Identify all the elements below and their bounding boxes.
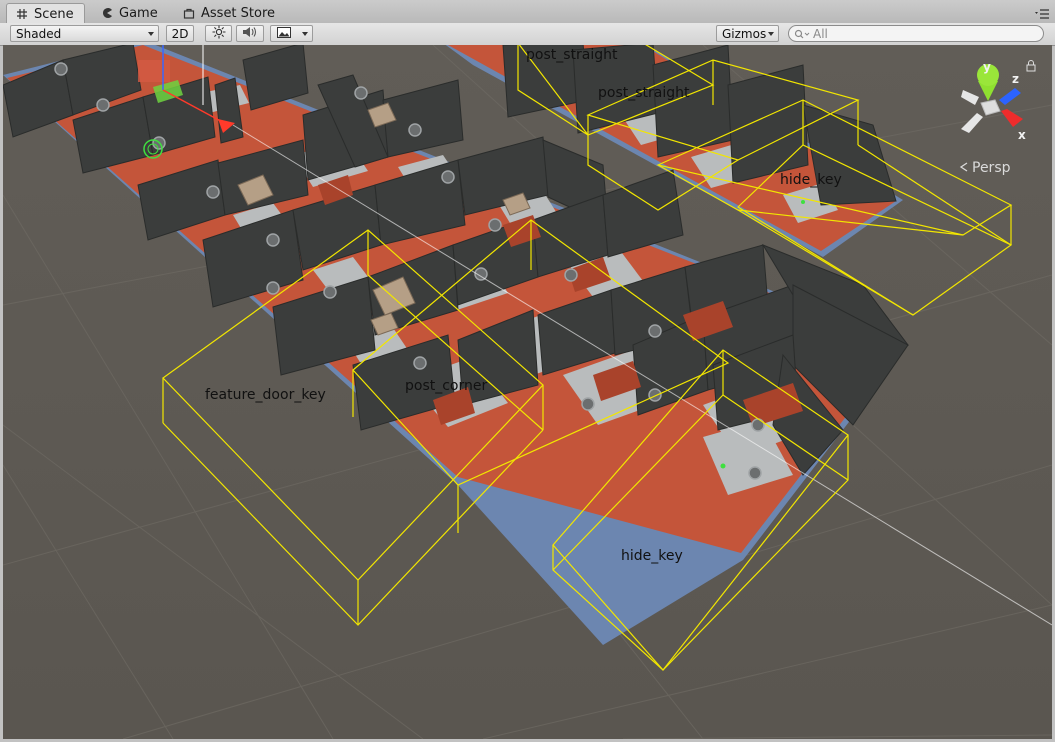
tab-scene[interactable]: Scene <box>6 3 85 24</box>
chevron-left-icon <box>959 160 969 176</box>
label-hide-key-2: hide_key <box>621 548 683 564</box>
2d-toggle-label: 2D <box>171 26 189 41</box>
label-feature-door-key: feature_door_key <box>205 387 326 403</box>
scene-viewport[interactable]: post_straight post_straight hide_key fea… <box>3 45 1052 739</box>
bag-icon <box>182 6 196 20</box>
window-menu-icon[interactable] <box>1035 8 1049 19</box>
scene-search-field[interactable]: All <box>788 25 1044 42</box>
speaker-icon <box>242 25 258 42</box>
scene-toolbar: Shaded 2D Gizmos All <box>0 23 1055 46</box>
tab-asset-store[interactable]: Asset Store <box>174 3 285 23</box>
image-icon <box>277 26 291 41</box>
label-post-corner: post_corner <box>405 378 487 394</box>
audio-toggle-button[interactable] <box>236 25 264 42</box>
label-post-straight-1: post_straight <box>526 47 618 63</box>
2d-toggle-button[interactable]: 2D <box>166 25 194 42</box>
chevron-down-icon <box>302 32 308 36</box>
scene-render: post_straight post_straight hide_key fea… <box>3 45 1052 739</box>
chevron-down-icon <box>148 32 154 36</box>
label-post-straight-2: post_straight <box>598 85 690 101</box>
chevron-down-icon <box>768 32 774 36</box>
tab-bar: Scene Game Asset Store <box>0 0 1055 24</box>
sun-icon <box>212 25 226 42</box>
lighting-toggle-button[interactable] <box>205 25 232 42</box>
tab-game[interactable]: Game <box>92 3 168 23</box>
axis-z-label: z <box>1012 72 1019 86</box>
projection-label: Persp <box>972 160 1011 176</box>
projection-toggle[interactable]: Persp <box>959 160 1011 176</box>
axis-x-label: x <box>1018 128 1026 142</box>
pacman-icon <box>100 6 114 20</box>
shading-mode-dropdown[interactable]: Shaded <box>10 25 159 42</box>
grid-icon <box>15 7 29 21</box>
gizmos-dropdown[interactable]: Gizmos <box>716 25 779 42</box>
shading-mode-value: Shaded <box>16 26 62 41</box>
search-placeholder: All <box>813 26 828 41</box>
gizmos-label: Gizmos <box>722 26 767 41</box>
tab-game-label: Game <box>119 5 158 21</box>
search-icon <box>794 29 810 39</box>
tab-scene-label: Scene <box>34 6 74 22</box>
axis-y-label: y <box>983 60 991 74</box>
effects-dropdown[interactable] <box>270 25 313 42</box>
tab-asset-store-label: Asset Store <box>201 5 276 21</box>
label-hide-key-1: hide_key <box>780 172 842 188</box>
